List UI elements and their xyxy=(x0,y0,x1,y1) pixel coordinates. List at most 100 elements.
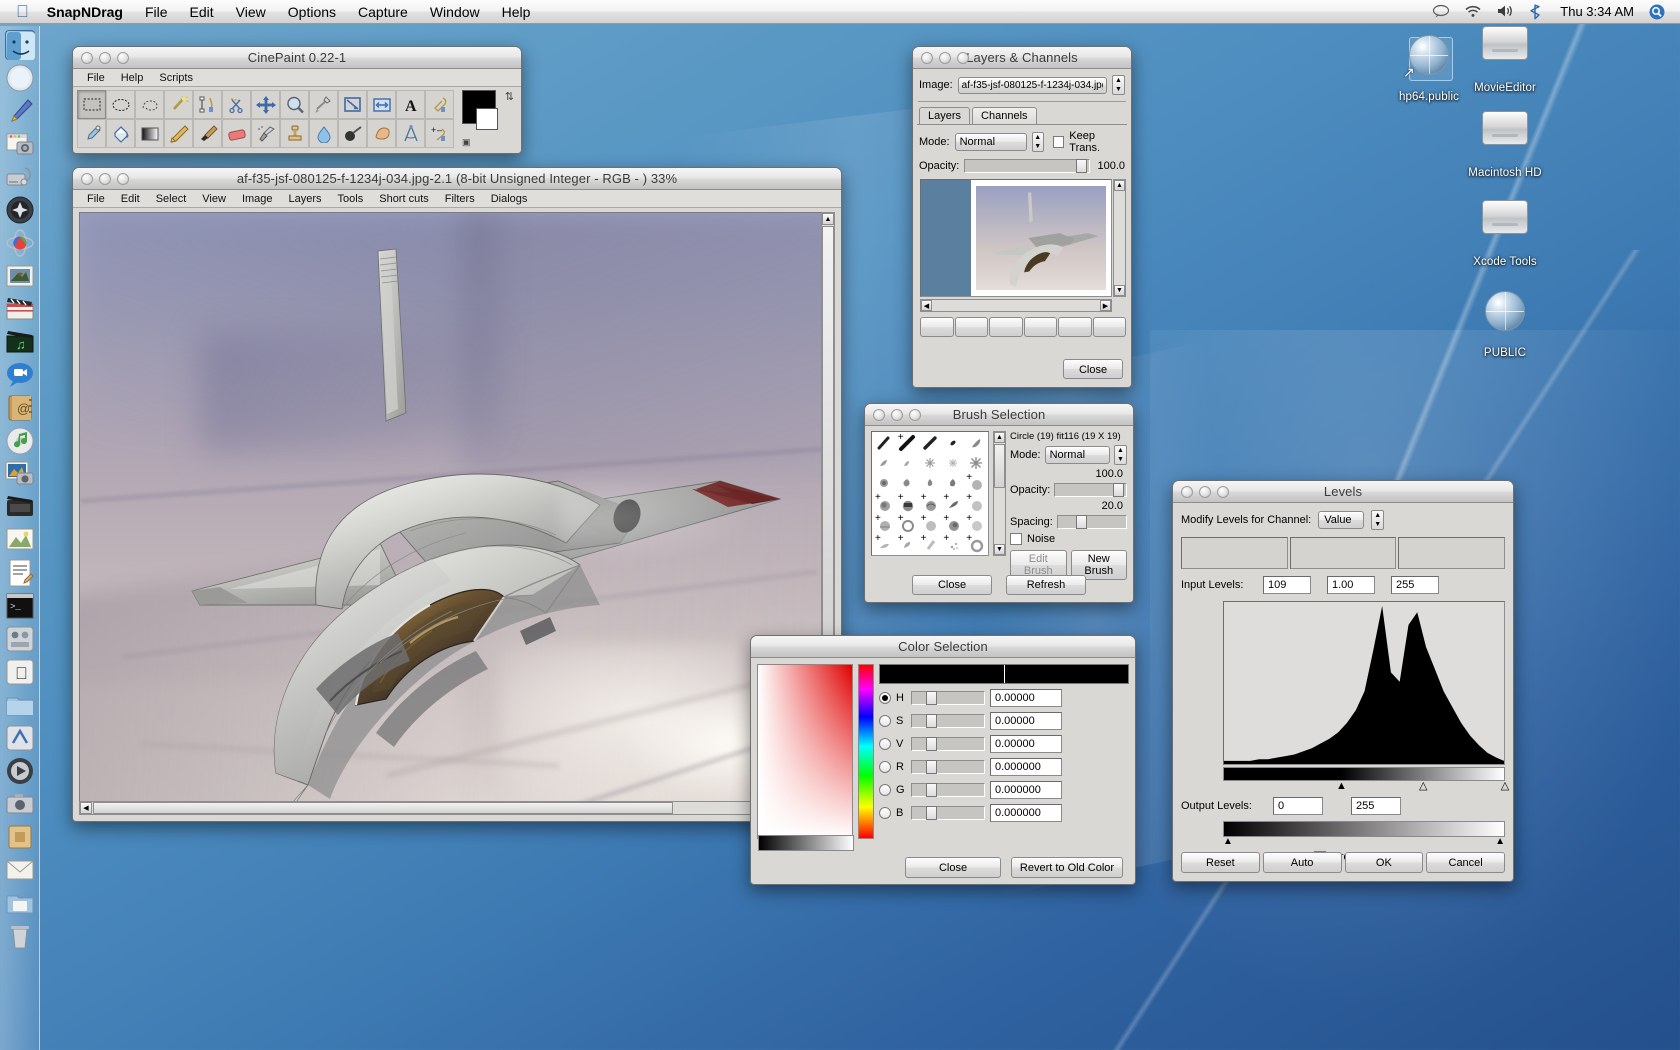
measure-tool[interactable] xyxy=(396,119,425,148)
brush-spacing-slider-knob[interactable] xyxy=(1076,515,1087,529)
image-canvas[interactable] xyxy=(79,212,823,804)
channel-slider-v[interactable] xyxy=(911,737,985,751)
dock-item-graphics-pen[interactable] xyxy=(5,96,35,126)
airbrush-tool[interactable] xyxy=(251,119,280,148)
close-button[interactable] xyxy=(81,52,93,64)
eraser-tool[interactable] xyxy=(222,119,251,148)
input-low-field[interactable]: 109 xyxy=(1263,576,1311,594)
tab-layers[interactable]: Layers xyxy=(919,107,970,124)
reset-colors-icon[interactable]: ▣ xyxy=(462,137,471,148)
dock-item-disk-utility[interactable] xyxy=(5,162,35,192)
layer-list-horizontal-scrollbar[interactable]: ◀ ▶ xyxy=(920,299,1112,312)
saturation-value-field[interactable] xyxy=(757,664,853,839)
rect-select-tool[interactable] xyxy=(77,90,106,119)
reset-button[interactable]: Reset xyxy=(1181,852,1260,873)
menu-select[interactable]: Select xyxy=(148,193,195,205)
channel-radio-v[interactable] xyxy=(879,738,891,750)
brush-item[interactable]: + xyxy=(919,534,942,554)
dodge-burn-tool[interactable] xyxy=(338,119,367,148)
scroll-up-arrow-icon[interactable]: ▲ xyxy=(822,213,834,225)
blur-tool[interactable] xyxy=(309,119,338,148)
brush-item[interactable] xyxy=(919,473,942,493)
menubar-app-name[interactable]: SnapNDrag xyxy=(47,4,123,20)
menu-dialogs[interactable]: Dialogs xyxy=(483,193,536,205)
apple-logo-icon[interactable]:  xyxy=(16,3,29,20)
zoom-button[interactable] xyxy=(957,52,969,64)
desktop-icon-movieeditor[interactable]: MovieEditor xyxy=(1450,18,1560,96)
brush-item[interactable]: + xyxy=(919,493,942,513)
menu-view[interactable]: View xyxy=(194,193,234,205)
output-high-marker[interactable]: ▲ xyxy=(1495,837,1505,846)
bucket-fill-tool[interactable] xyxy=(106,119,135,148)
dock-item-finder[interactable] xyxy=(5,30,35,60)
brush-refresh-button[interactable]: Refresh xyxy=(1006,575,1086,595)
menubar-item-edit[interactable]: Edit xyxy=(190,4,214,20)
brush-item[interactable] xyxy=(873,473,896,493)
channel-value-r[interactable]: 0.000000 xyxy=(990,758,1062,776)
brush-titlebar[interactable]: Brush Selection xyxy=(865,404,1133,426)
pencil-tool[interactable] xyxy=(164,119,193,148)
output-marker-row[interactable]: ▲ ▲ xyxy=(1223,837,1505,847)
input-gamma-field[interactable]: 1.00 xyxy=(1327,576,1375,594)
channel-slider-g[interactable] xyxy=(911,783,985,797)
flip-tool[interactable] xyxy=(367,90,396,119)
opacity-slider[interactable] xyxy=(964,159,1090,173)
dock-item-grab[interactable] xyxy=(5,789,35,819)
swap-colors-icon[interactable]: ⇅ xyxy=(505,90,514,103)
channel-value-v[interactable]: 0.00000 xyxy=(990,735,1062,753)
menubar-item-window[interactable]: Window xyxy=(430,4,480,20)
dock-item-textedit[interactable] xyxy=(5,558,35,588)
brush-item[interactable]: + xyxy=(964,514,987,534)
channel-value-h[interactable]: 0.00000 xyxy=(990,689,1062,707)
raise-layer-button[interactable] xyxy=(955,317,989,337)
output-gradient-bar[interactable] xyxy=(1223,821,1505,837)
channel-slider-knob[interactable] xyxy=(926,760,937,774)
toolbox-titlebar[interactable]: CinePaint 0.22-1 xyxy=(73,47,521,69)
close-button[interactable] xyxy=(873,409,885,421)
opacity-slider-knob[interactable] xyxy=(1076,159,1087,173)
clone-tool[interactable] xyxy=(280,119,309,148)
brush-item[interactable]: + xyxy=(896,493,919,513)
intelligent-scissors-tool[interactable] xyxy=(222,90,251,119)
brush-item[interactable]: + xyxy=(964,473,987,493)
spotlight-icon[interactable] xyxy=(1648,4,1666,20)
channel-value-s[interactable]: 0.00000 xyxy=(990,712,1062,730)
channel-radio-g[interactable] xyxy=(879,784,891,796)
channel-radio-h[interactable] xyxy=(879,692,891,704)
output-low-marker[interactable]: ▲ xyxy=(1223,837,1233,846)
revert-to-old-color-button[interactable]: Revert to Old Color xyxy=(1011,857,1123,878)
dock-item-sherlock[interactable] xyxy=(5,195,35,225)
ok-button[interactable]: OK xyxy=(1345,852,1424,873)
scrollbar-thumb[interactable] xyxy=(822,226,834,646)
menubar-item-view[interactable]: View xyxy=(236,4,266,20)
brush-item[interactable]: + xyxy=(964,493,987,513)
menu-file[interactable]: File xyxy=(79,72,113,84)
dock-item-final-cut[interactable] xyxy=(5,294,35,324)
image-selector-stepper[interactable]: ▲▼ xyxy=(1112,75,1125,95)
channel-stepper[interactable]: ▲▼ xyxy=(1371,510,1384,530)
brush-item[interactable] xyxy=(919,453,942,473)
channel-slider-knob[interactable] xyxy=(926,714,937,728)
dock-item-terminal[interactable]: >_ xyxy=(5,591,35,621)
smudge-tool[interactable] xyxy=(367,119,396,148)
speech-bubble-icon[interactable] xyxy=(1432,4,1450,20)
dock-item-colorsync[interactable] xyxy=(5,228,35,258)
channel-slider-knob[interactable] xyxy=(926,806,937,820)
brush-item[interactable]: + xyxy=(919,514,942,534)
brush-item[interactable] xyxy=(964,453,987,473)
brush-grid-scrollbar[interactable]: ▲ ▼ xyxy=(993,431,1006,556)
anchor-layer-button[interactable] xyxy=(1058,317,1092,337)
brush-opacity-slider[interactable] xyxy=(1054,483,1127,497)
menu-scripts[interactable]: Scripts xyxy=(151,72,201,84)
desktop-icon-xcode-tools[interactable]: Xcode Tools xyxy=(1450,192,1560,270)
cancel-button[interactable]: Cancel xyxy=(1426,852,1505,873)
brush-item[interactable] xyxy=(873,453,896,473)
layer-list-vertical-scrollbar[interactable]: ▲ ▼ xyxy=(1113,179,1126,297)
channel-selector[interactable]: Value xyxy=(1318,511,1364,529)
brush-item[interactable]: + xyxy=(873,514,896,534)
brush-item[interactable]: + xyxy=(896,433,919,453)
bezier-select-tool[interactable] xyxy=(193,90,222,119)
path-tool[interactable]: +– xyxy=(425,119,454,148)
channel-value-g[interactable]: 0.000000 xyxy=(990,781,1062,799)
image-selector[interactable]: af-f35-jsf-080125-f-1234j-034.jpg-2 xyxy=(958,77,1107,94)
